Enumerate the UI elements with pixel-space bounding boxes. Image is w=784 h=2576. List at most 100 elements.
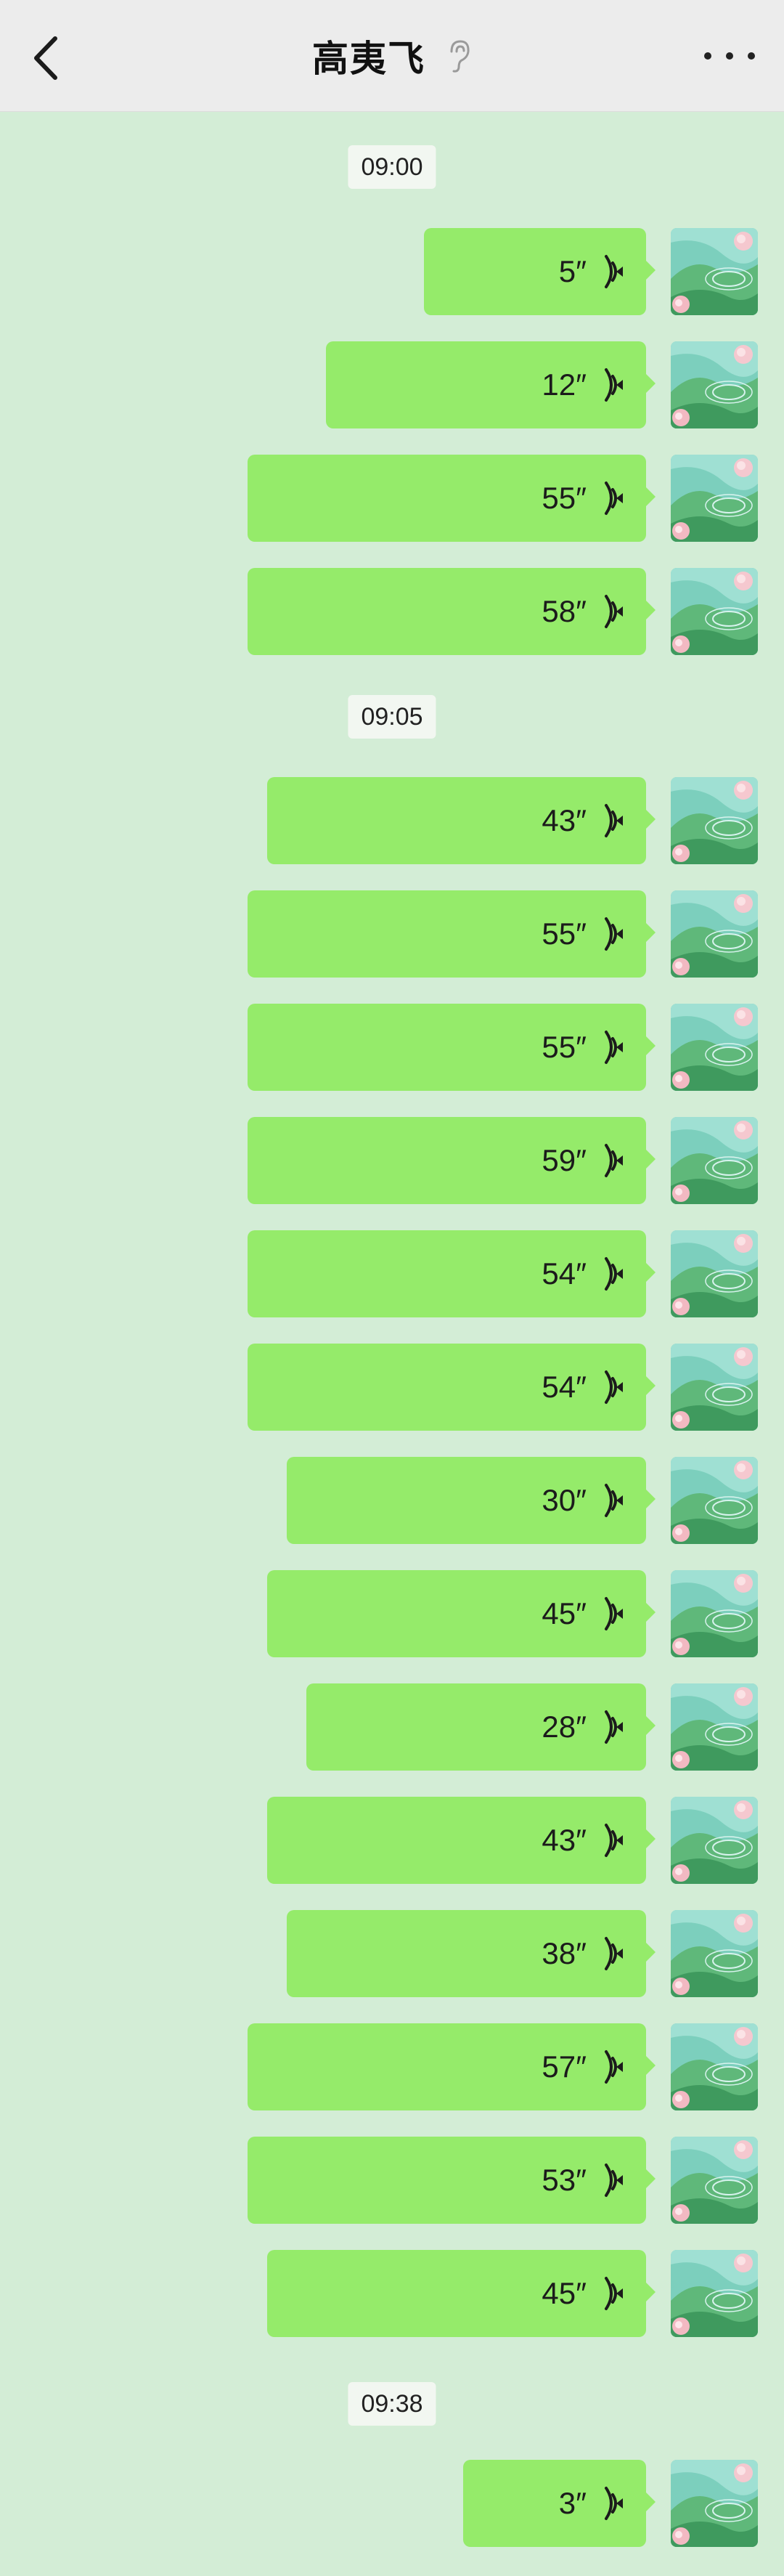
voice-duration: 54″ [542,1370,587,1404]
voice-message: 57″ [0,2023,784,2110]
voice-wave-icon [597,2161,627,2199]
title-bar: 高夷飞 [0,0,784,111]
voice-wave-icon [597,2048,627,2086]
voice-duration: 45″ [542,1596,587,1630]
voice-wave-icon [597,1595,627,1633]
avatar[interactable] [671,341,758,428]
voice-message: 59″ [0,1117,784,1204]
voice-duration: 43″ [542,1823,587,1857]
voice-wave-icon [597,593,627,630]
voice-message: 43″ [0,1797,784,1884]
voice-wave-icon [597,479,627,517]
voice-bubble[interactable]: 38″ [287,1910,656,1997]
voice-duration: 3″ [558,2486,587,2520]
voice-bubble[interactable]: 53″ [248,2137,656,2224]
avatar[interactable] [671,1230,758,1317]
voice-bubble[interactable]: 45″ [267,2250,656,2337]
timestamp: 09:00 [348,145,436,189]
avatar[interactable] [671,2250,758,2337]
voice-bubble[interactable]: 3″ [463,2460,656,2547]
voice-bubble[interactable]: 28″ [306,1683,656,1771]
avatar[interactable] [671,1910,758,1997]
voice-bubble[interactable]: 43″ [267,777,656,864]
voice-wave-icon [597,1028,627,1066]
voice-message: 45″ [0,2250,784,2337]
voice-bubble[interactable]: 55″ [248,455,656,542]
voice-duration: 43″ [542,803,587,837]
voice-duration: 55″ [542,917,587,951]
avatar[interactable] [671,777,758,864]
voice-wave-icon [597,1142,627,1179]
voice-duration: 45″ [542,2276,587,2310]
timestamp: 09:38 [348,2382,436,2426]
voice-duration: 12″ [542,367,587,402]
avatar[interactable] [671,1683,758,1771]
voice-message: 55″ [0,455,784,542]
more-dots-icon[interactable] [704,46,755,65]
voice-wave-icon [597,366,627,404]
avatar[interactable] [671,228,758,315]
voice-duration: 38″ [542,1936,587,1970]
chat-title: 高夷飞 [312,38,425,79]
timestamp: 09:05 [348,695,436,739]
voice-message: 38″ [0,1910,784,1997]
voice-bubble[interactable]: 5″ [424,228,656,315]
voice-duration: 28″ [542,1710,587,1744]
voice-bubble[interactable]: 55″ [248,1004,656,1091]
voice-bubble[interactable]: 59″ [248,1117,656,1204]
voice-duration: 57″ [542,2049,587,2084]
voice-message: 54″ [0,1344,784,1431]
voice-duration: 58″ [542,594,587,628]
voice-duration: 55″ [542,481,587,515]
voice-wave-icon [597,1482,627,1519]
chat-header: 高夷飞 [0,0,784,112]
voice-duration: 54″ [542,1256,587,1291]
avatar[interactable] [671,1457,758,1544]
voice-duration: 30″ [542,1483,587,1517]
voice-bubble[interactable]: 55″ [248,890,656,978]
voice-duration: 59″ [542,1143,587,1177]
voice-message: 43″ [0,777,784,864]
voice-wave-icon [597,253,627,290]
voice-wave-icon [597,802,627,840]
voice-wave-icon [597,1368,627,1406]
voice-wave-icon [597,1255,627,1293]
voice-bubble[interactable]: 54″ [248,1344,656,1431]
avatar[interactable] [671,890,758,978]
avatar[interactable] [671,1004,758,1091]
avatar[interactable] [671,2460,758,2547]
ear-icon [450,39,470,73]
voice-bubble[interactable]: 54″ [248,1230,656,1317]
voice-message: 30″ [0,1457,784,1544]
avatar[interactable] [671,2137,758,2224]
voice-message: 55″ [0,890,784,978]
voice-message: 55″ [0,1004,784,1091]
avatar[interactable] [671,568,758,655]
avatar[interactable] [671,455,758,542]
voice-message: 28″ [0,1683,784,1771]
voice-wave-icon [597,915,627,953]
voice-wave-icon [597,1821,627,1859]
voice-duration: 53″ [542,2163,587,2197]
avatar[interactable] [671,1344,758,1431]
avatar[interactable] [671,1117,758,1204]
voice-message: 45″ [0,1570,784,1657]
avatar[interactable] [671,2023,758,2110]
voice-bubble[interactable]: 43″ [267,1797,656,1884]
avatar[interactable] [671,1570,758,1657]
voice-message: 12″ [0,341,784,428]
voice-wave-icon [597,2275,627,2312]
voice-bubble[interactable]: 45″ [267,1570,656,1657]
avatar[interactable] [671,1797,758,1884]
voice-bubble[interactable]: 58″ [248,568,656,655]
voice-wave-icon [597,2484,627,2522]
voice-message: 3″ [0,2460,784,2547]
voice-message: 58″ [0,568,784,655]
voice-bubble[interactable]: 30″ [287,1457,656,1544]
voice-message: 54″ [0,1230,784,1317]
voice-bubble[interactable]: 12″ [326,341,656,428]
voice-wave-icon [597,1935,627,1972]
voice-bubble[interactable]: 57″ [248,2023,656,2110]
voice-message: 53″ [0,2137,784,2224]
voice-duration: 5″ [558,254,587,288]
